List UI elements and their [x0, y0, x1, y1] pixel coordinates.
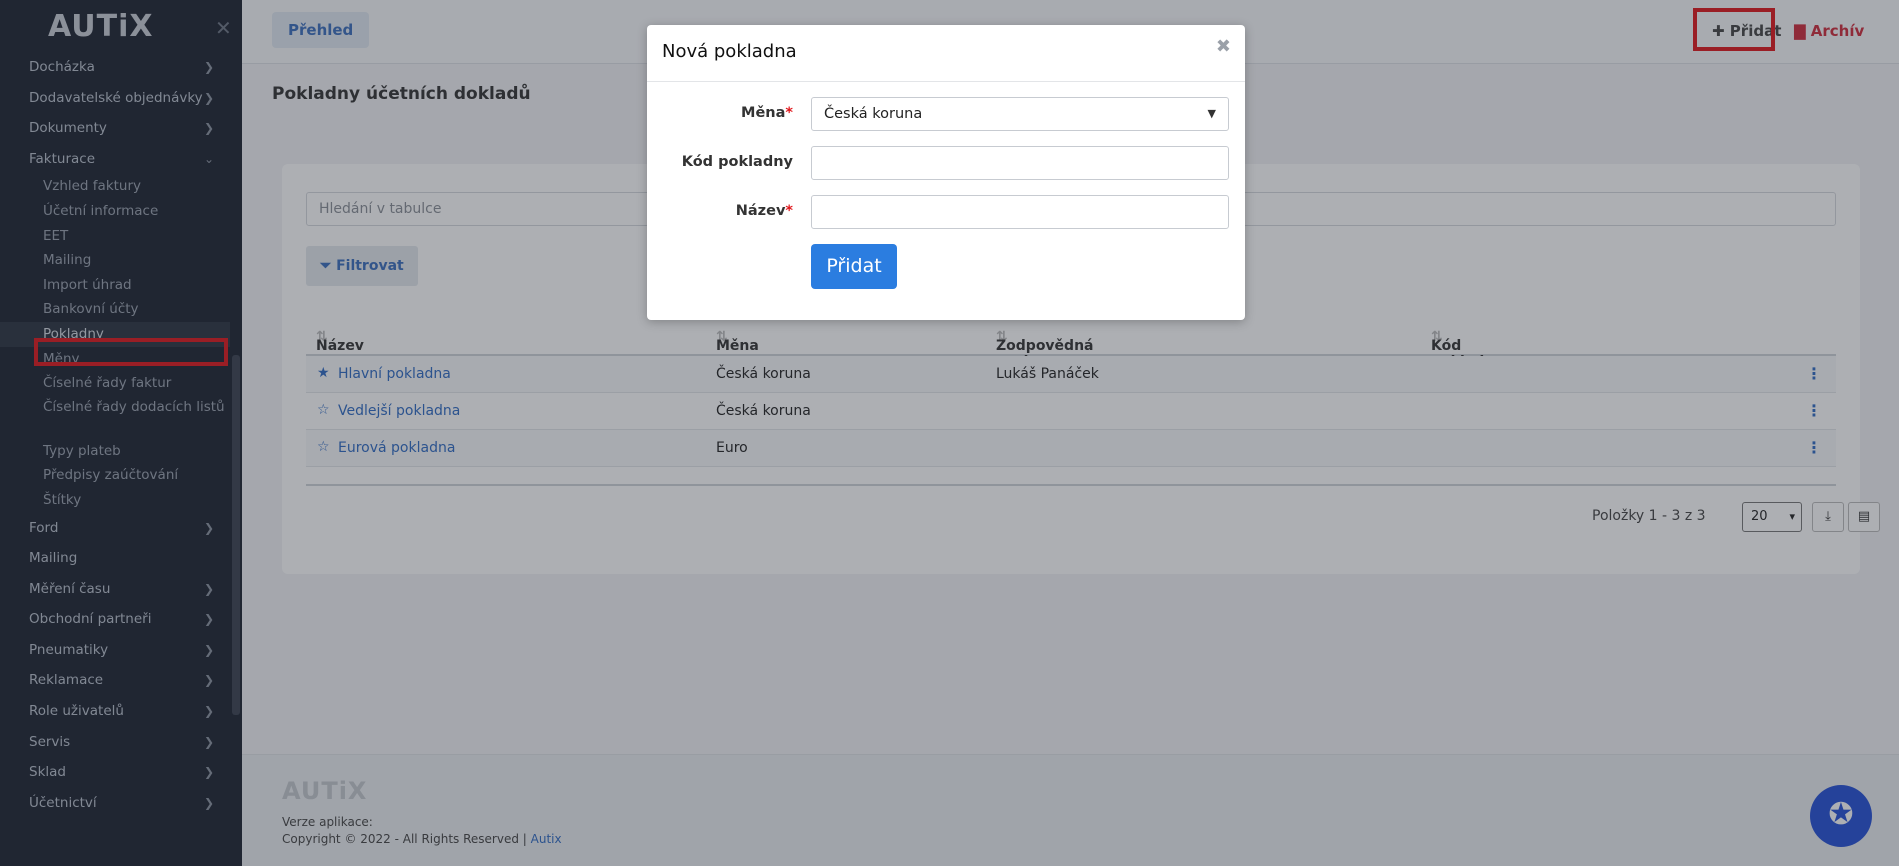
new-cash-desk-modal: Nová pokladna ✖ Měna* Česká koruna ▼ Kód … [647, 25, 1245, 320]
close-icon[interactable]: ✖ [1216, 36, 1231, 57]
form-row-name: Název* [647, 195, 1245, 229]
caret-down-icon: ▼ [1207, 107, 1216, 120]
code-label: Kód pokladny [681, 154, 793, 170]
required-mark: * [785, 105, 793, 121]
name-label-text: Název [735, 203, 786, 219]
code-input[interactable] [811, 146, 1229, 180]
modal-title: Nová pokladna [662, 41, 797, 62]
submit-button[interactable]: Přidat [811, 244, 897, 289]
name-input[interactable] [811, 195, 1229, 229]
form-row-code: Kód pokladny [647, 146, 1245, 180]
name-label: Název* [736, 203, 793, 219]
currency-select-value: Česká koruna [824, 106, 923, 122]
required-mark: * [785, 203, 793, 219]
modal-header: Nová pokladna ✖ [647, 25, 1245, 82]
form-row-currency: Měna* Česká koruna ▼ [647, 97, 1245, 131]
currency-label: Měna* [741, 105, 793, 121]
currency-label-text: Měna [741, 105, 786, 121]
currency-select[interactable]: Česká koruna ▼ [811, 97, 1229, 131]
